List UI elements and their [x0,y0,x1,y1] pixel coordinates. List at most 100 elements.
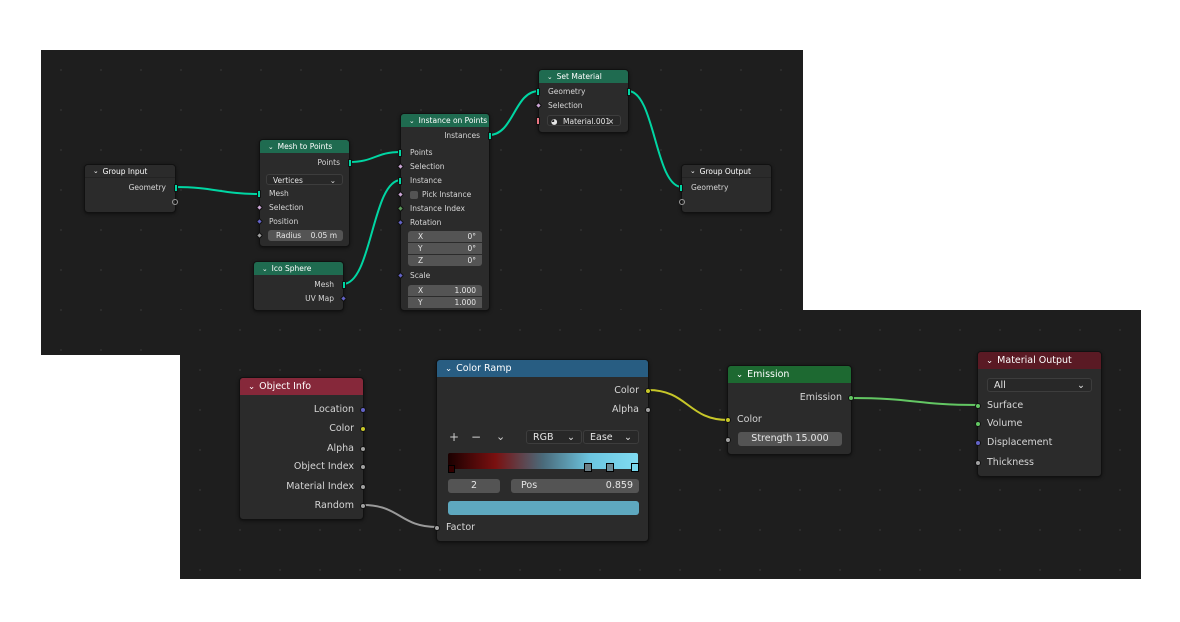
emission-header[interactable]: ⌄ Emission [728,366,851,383]
ramp-stop-handle[interactable] [584,463,592,472]
mesh-output-socket[interactable] [342,281,346,289]
interpolation-dropdown[interactable]: Ease ⌄ [583,430,639,444]
material-output-header[interactable]: ⌄ Material Output [978,352,1101,369]
target-dropdown[interactable]: All ⌄ [987,378,1092,392]
group-output-node[interactable]: ⌄ Group Output Geometry [679,164,772,213]
ramp-menu-chevron-icon[interactable]: ⌄ [496,430,505,443]
material-output-node[interactable]: ⌄ Material Output All ⌄ Surface Volume Dis… [975,351,1102,477]
stop-color-swatch[interactable] [448,501,639,515]
displacement-input-socket[interactable] [975,440,981,446]
object-index-output-socket[interactable] [360,464,366,470]
mesh-input-socket[interactable] [257,190,261,198]
surface-input-socket[interactable] [975,403,981,409]
chevron-down-icon[interactable]: ⌄ [736,370,743,380]
color-output-socket[interactable] [360,426,366,432]
radius-field[interactable]: Radius 0.05 m [268,230,343,241]
instance-input-socket[interactable] [398,177,402,185]
socket-row-mesh: Mesh [257,188,349,200]
emission-node[interactable]: ⌄ Emission Emission Color Strength 15.000 [725,365,854,455]
socket-row-instance: Instance [398,175,489,187]
color-ramp-header[interactable]: ⌄ Color Ramp [437,360,648,377]
rotation-z-field[interactable]: Z 0° [408,255,482,266]
chevron-down-icon[interactable]: ⌄ [986,356,993,366]
volume-input-socket[interactable] [975,421,981,427]
empty-input-socket[interactable] [679,199,685,205]
set-material-header[interactable]: ⌄ Set Material [539,70,628,83]
socket-row-selection: Selection [534,100,628,112]
instances-output-socket[interactable] [488,132,492,140]
socket-row-displacement: Displacement [975,435,1101,451]
socket-row-uvmap: UV Map [254,293,348,305]
socket-row-thickness: Thickness [975,455,1101,471]
material-sphere-icon: ◕ [551,117,558,126]
chevron-down-icon[interactable]: ⌄ [268,143,274,151]
points-output-socket[interactable] [348,159,352,167]
empty-output-socket[interactable] [172,199,178,205]
socket-row-object-index: Object Index [240,459,366,475]
points-input-socket[interactable] [398,149,402,157]
socket-row-random: Random [240,498,366,514]
chevron-down-icon[interactable]: ⌄ [93,167,99,175]
random-output-socket[interactable] [360,503,366,509]
group-input-node[interactable]: ⌄ Group Input Geometry [84,164,178,213]
geometry-input-socket[interactable] [679,184,683,192]
group-input-header[interactable]: ⌄ Group Input [85,165,175,178]
alpha-output-socket[interactable] [360,446,366,452]
scale-x-field[interactable]: X 1.000 [408,285,482,296]
mesh-to-points-header[interactable]: ⌄ Mesh to Points [260,140,349,153]
socket-row-location: Location [240,402,366,418]
alpha-output-socket[interactable] [645,407,651,413]
color-output-socket[interactable] [645,388,651,394]
ico-sphere-header[interactable]: ⌄ Ico Sphere [254,262,343,275]
pick-instance-checkbox[interactable] [410,191,418,199]
color-mode-dropdown[interactable]: RGB ⌄ [526,430,582,444]
group-output-header[interactable]: ⌄ Group Output [682,165,771,178]
material-selector[interactable]: ◕ Material.001 × [547,115,621,126]
strength-input-socket[interactable] [725,437,731,443]
ramp-stop-handle[interactable] [606,463,614,472]
chevron-down-icon: ⌄ [329,176,336,185]
instance-on-points-header[interactable]: ⌄ Instance on Points [401,114,489,127]
position-field[interactable]: Pos 0.859 [511,479,639,493]
remove-stop-button[interactable]: − [471,430,481,444]
mode-dropdown[interactable]: Vertices ⌄ [266,174,343,185]
object-info-header[interactable]: ⌄ Object Info [240,378,363,395]
instance-on-points-node[interactable]: ⌄ Instance on Points Instances Points Sel… [396,113,492,311]
rotation-y-field[interactable]: Y 0° [408,243,482,254]
emission-output-socket[interactable] [848,395,854,401]
ico-sphere-node[interactable]: ⌄ Ico Sphere Mesh UV Map [253,261,348,311]
socket-row-geometry: Geometry [679,182,771,194]
socket-row-color: Color [437,383,651,399]
color-ramp-node[interactable]: ⌄ Color Ramp Color Alpha + − ⌄ RGB ⌄ Ease ⌄… [434,359,651,542]
socket-row-empty [85,196,178,208]
thickness-input-socket[interactable] [975,460,981,466]
chevron-down-icon[interactable]: ⌄ [262,265,268,273]
stop-index-field[interactable]: 2 [448,479,500,493]
ramp-stop-handle[interactable] [448,465,455,473]
add-stop-button[interactable]: + [449,430,459,444]
scale-y-field[interactable]: Y 1.000 [408,297,482,308]
chevron-down-icon[interactable]: ⌄ [445,364,452,374]
socket-row-color: Color [240,421,366,437]
material-index-output-socket[interactable] [360,484,366,490]
object-info-node[interactable]: ⌄ Object Info Location Color Alpha Object… [239,377,366,520]
geometry-output-socket[interactable] [174,184,178,192]
chevron-down-icon[interactable]: ⌄ [409,117,415,125]
chevron-down-icon[interactable]: ⌄ [690,167,696,175]
rotation-x-field[interactable]: X 0° [408,231,482,242]
chevron-down-icon[interactable]: ⌄ [248,382,255,392]
mesh-to-points-node[interactable]: ⌄ Mesh to Points Points Vertices ⌄ Mesh Se… [255,139,352,247]
ramp-stop-handle-active[interactable] [631,463,639,472]
set-material-node[interactable]: ⌄ Set Material Geometry Selection ◕ Materi… [534,69,631,133]
location-output-socket[interactable] [360,407,366,413]
socket-row-mesh: Mesh [254,279,346,291]
socket-row-pick-instance: Pick Instance [396,189,489,201]
color-input-socket[interactable] [725,417,731,423]
geometry-input-socket[interactable] [536,88,540,96]
strength-field[interactable]: Strength 15.000 [738,432,842,446]
close-icon[interactable]: × [608,116,614,127]
chevron-down-icon[interactable]: ⌄ [547,73,553,81]
geometry-output-socket[interactable] [627,88,631,96]
material-input-socket[interactable] [536,117,540,125]
factor-input-socket[interactable] [434,525,440,531]
